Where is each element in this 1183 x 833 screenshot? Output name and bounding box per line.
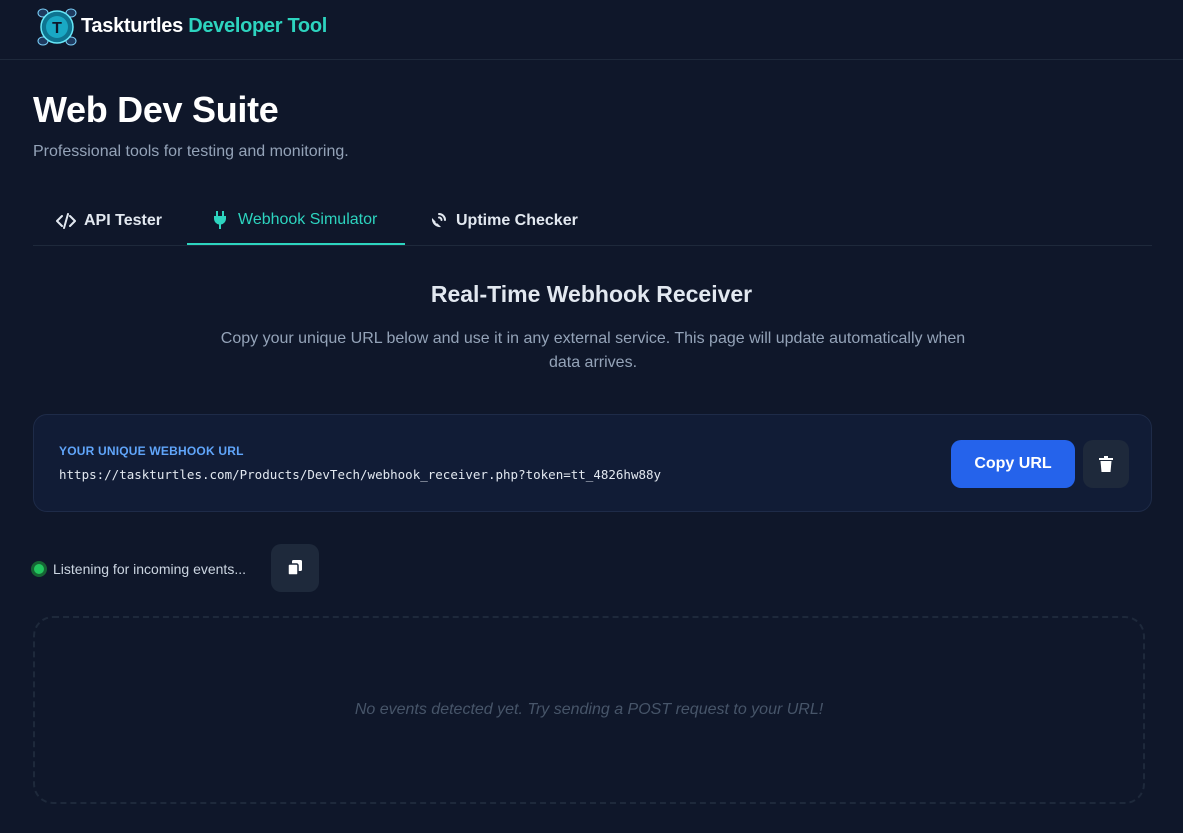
tab-uptime-checker[interactable]: Uptime Checker: [405, 196, 605, 246]
tab-api-tester[interactable]: API Tester: [33, 196, 187, 246]
events-empty-state: No events detected yet. Try sending a PO…: [33, 616, 1145, 804]
brand-suffix: Developer Tool: [188, 15, 327, 37]
tab-bar: API Tester Webhook Simulator Uptime Chec…: [33, 196, 1152, 246]
copy-icon: [287, 560, 302, 576]
webhook-url-card: YOUR UNIQUE WEBHOOK URL https://taskturt…: [33, 414, 1152, 512]
code-icon: [56, 211, 76, 231]
copy-events-button[interactable]: [271, 544, 319, 592]
section-description: Copy your unique URL below and use it in…: [220, 330, 966, 371]
status-text: Listening for incoming events...: [53, 561, 246, 577]
brand-name: Taskturtles: [81, 15, 183, 37]
trash-icon: [1099, 456, 1113, 472]
satellite-dish-icon: [428, 211, 448, 231]
listening-status: Listening for incoming events...: [31, 560, 246, 578]
tab-label: API Tester: [84, 212, 162, 229]
tab-webhook-simulator[interactable]: Webhook Simulator: [187, 196, 405, 245]
status-dot-icon: [31, 561, 47, 577]
logo-letter: T: [52, 20, 62, 37]
clear-url-button[interactable]: [1083, 440, 1129, 488]
turtle-logo-icon[interactable]: T: [33, 3, 81, 51]
page-title: Web Dev Suite: [33, 89, 279, 130]
tab-label: Webhook Simulator: [238, 210, 378, 228]
top-bar: T Taskturtles Developer Tool: [0, 0, 1183, 60]
empty-state-text: No events detected yet. Try sending a PO…: [354, 701, 824, 718]
webhook-url[interactable]: https://taskturtles.com/Products/DevTech…: [59, 467, 661, 482]
url-label: YOUR UNIQUE WEBHOOK URL: [59, 444, 244, 458]
page-subtitle: Professional tools for testing and monit…: [33, 143, 349, 160]
brand-title[interactable]: Taskturtles Developer Tool: [81, 15, 327, 38]
tab-label: Uptime Checker: [456, 212, 578, 229]
copy-url-button[interactable]: Copy URL: [951, 440, 1075, 488]
section-title: Real-Time Webhook Receiver: [430, 281, 753, 307]
plug-icon: [210, 210, 230, 230]
